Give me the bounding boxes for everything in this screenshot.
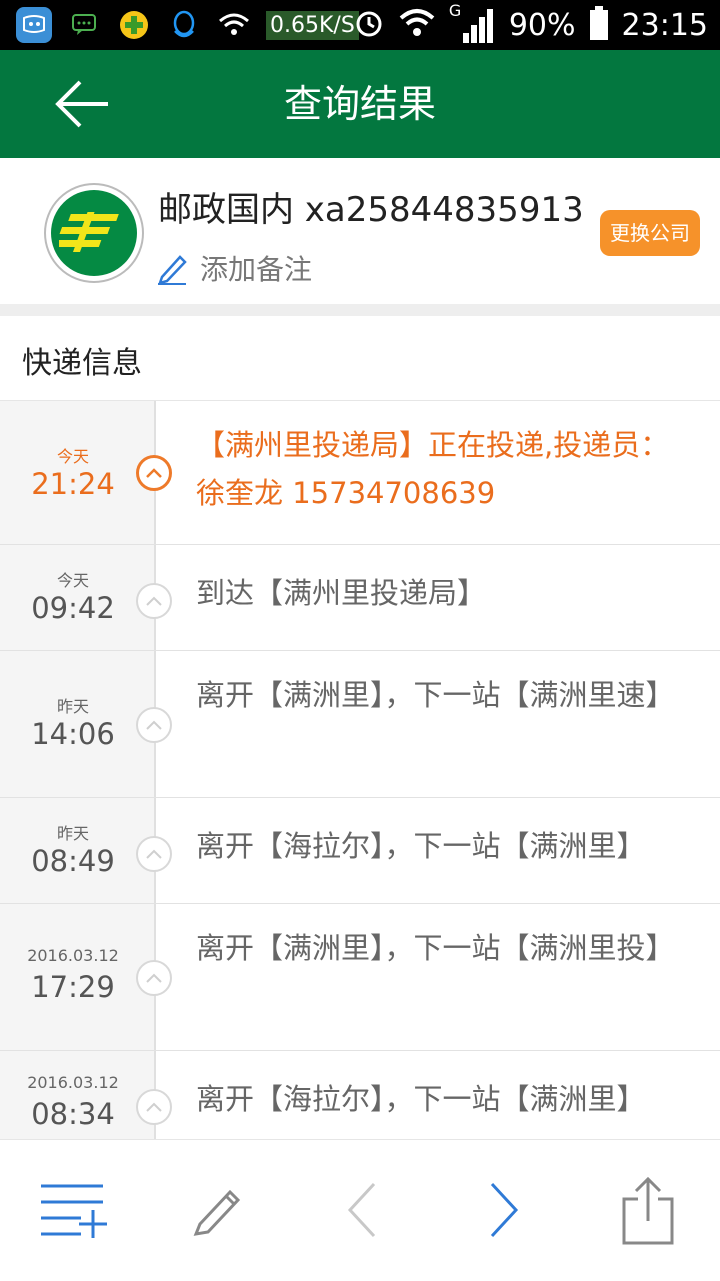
divider [0, 304, 720, 316]
chevron-left-icon [347, 1182, 376, 1238]
chevron-up-icon [146, 973, 162, 983]
timeline-time: 09:42 [31, 591, 115, 625]
timeline-event-text: 离开【满洲里】，下一站【满洲里速】 [196, 678, 675, 712]
timeline-date: 昨天 [56, 824, 89, 843]
next-button[interactable] [464, 1170, 544, 1250]
timeline-date: 2016.03.12 [27, 946, 119, 965]
timeline-marker [136, 455, 172, 491]
timeline-date: 昨天 [56, 697, 89, 716]
chevron-up-icon [146, 596, 162, 606]
share-button[interactable] [608, 1170, 688, 1250]
clock: 23:15 [621, 7, 708, 43]
china-post-logo [44, 183, 144, 283]
timeline-marker [136, 707, 172, 743]
cell-signal-icon: G [449, 1, 497, 45]
previous-button[interactable] [322, 1170, 402, 1250]
timeline-marker [136, 1089, 172, 1125]
add-note-link[interactable]: 添加备注 [156, 248, 312, 288]
timeline-event-text: 离开【海拉尔】，下一站【满洲里】 [196, 1082, 646, 1116]
battery-percent: 90% [508, 7, 576, 43]
app-bar: 查询结果 [0, 50, 720, 158]
pencil-icon [193, 1189, 241, 1236]
timeline-item: 今天 09:42 到达【满州里投递局】 [0, 545, 720, 651]
timeline-time: 14:06 [31, 717, 115, 751]
timeline-item: 昨天 08:49 离开【海拉尔】，下一站【满洲里】 [0, 798, 720, 904]
timeline-time: 08:34 [31, 1097, 115, 1131]
timeline-event-text: 【满州里投递局】正在投递,投递员：徐奎龙 15734708639 [196, 428, 670, 510]
timeline-item: 昨天 14:06 离开【满洲里】，下一站【满洲里速】 [0, 651, 720, 798]
bottom-toolbar [0, 1139, 720, 1281]
company-card: 邮政国内 xa25844835913 添加备注 更换公司 [0, 158, 720, 304]
page-title: 查询结果 [283, 82, 436, 126]
timeline-marker [136, 583, 172, 619]
section-title: 快递信息 [22, 346, 142, 381]
timeline-item: 2016.03.12 08:34 离开【海拉尔】，下一站【满洲里】 [0, 1051, 720, 1139]
pencil-icon [158, 255, 187, 285]
timeline-time: 17:29 [31, 970, 115, 1004]
timeline-time: 21:24 [31, 467, 115, 501]
tracking-timeline[interactable]: 今天 21:24 【满州里投递局】正在投递,投递员：徐奎龙 1573470863… [0, 401, 720, 1139]
company-tracking-number: 邮政国内 xa25844835913 [158, 190, 584, 230]
share-icon [622, 1176, 674, 1245]
timeline-marker [136, 960, 172, 996]
chevron-right-icon [490, 1182, 519, 1238]
alarm-icon [353, 7, 385, 43]
section-header: 快递信息 [0, 316, 720, 401]
net-speed: 0.65K/S [266, 10, 359, 40]
chevron-up-icon [146, 849, 162, 859]
timeline-event-text: 离开【海拉尔】，下一站【满洲里】 [196, 829, 646, 863]
notification-icons: 0.65K/S [16, 6, 359, 44]
chevron-up-icon [146, 1102, 162, 1112]
security-app-icon [116, 7, 152, 43]
wifi-icon [216, 7, 252, 43]
timeline-event-text: 到达【满州里投递局】 [196, 576, 487, 610]
timeline-date: 今天 [56, 571, 89, 590]
timeline-marker [136, 836, 172, 872]
timeline-event-text: 离开【满洲里】，下一站【满洲里投】 [196, 931, 675, 965]
timeline-date: 今天 [56, 447, 89, 466]
chevron-up-icon [146, 468, 162, 478]
add-to-list-button[interactable] [32, 1170, 112, 1250]
app-notification-icon [16, 7, 52, 43]
timeline-time: 08:49 [31, 844, 115, 878]
qq-icon [166, 7, 202, 43]
timeline-item: 今天 21:24 【满州里投递局】正在投递,投递员：徐奎龙 1573470863… [0, 401, 720, 545]
list-add-icon [41, 1184, 107, 1238]
timeline-date: 2016.03.12 [27, 1073, 119, 1092]
edit-button[interactable] [178, 1170, 258, 1250]
message-icon [66, 7, 102, 43]
chevron-up-icon [146, 720, 162, 730]
change-company-button[interactable]: 更换公司 [600, 210, 700, 256]
battery-icon [588, 5, 610, 45]
add-note-label: 添加备注 [200, 253, 313, 286]
system-status: G 90% 23:15 [353, 0, 708, 50]
wifi-signal-icon [397, 8, 437, 42]
status-bar: 0.65K/S G 90% 23:15 [0, 0, 720, 50]
timeline-item: 2016.03.12 17:29 离开【满洲里】，下一站【满洲里投】 [0, 904, 720, 1051]
